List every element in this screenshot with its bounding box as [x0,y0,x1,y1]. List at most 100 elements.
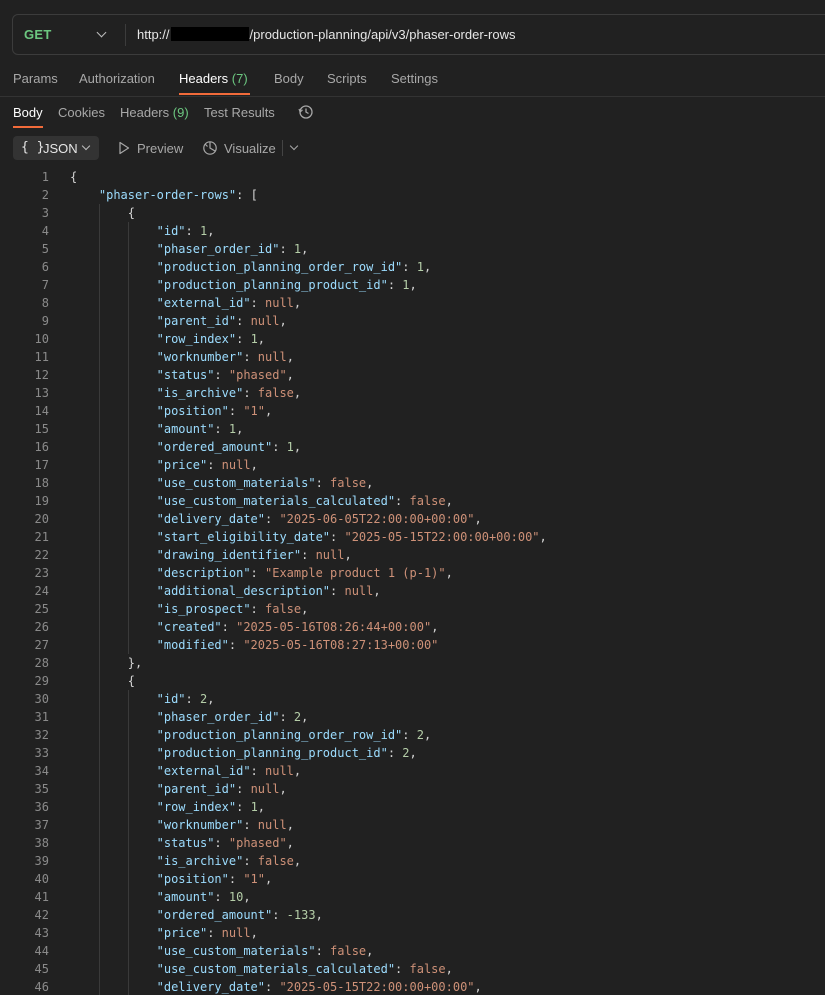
indent-guide [98,726,100,744]
code-token: "position" [156,404,229,418]
tab-params[interactable]: Params [13,71,58,86]
code-token: 2 [402,746,410,760]
response-body-editor[interactable]: 1{2 "phaser-order-rows": [3{4 "id": 1, 5 "ph… [0,168,825,995]
code-token: "position" [156,872,229,886]
line-number: 26 [34,620,49,634]
tab-scripts[interactable]: Scripts [327,71,367,86]
code-token: , [243,890,251,904]
visualize-icon[interactable] [202,140,218,156]
code-token: "row_index" [156,332,237,346]
indent-guide [127,258,129,276]
indent-guide [98,222,100,240]
code-token: "ordered_amount" [156,440,273,454]
active-response-tab-indicator [13,126,43,128]
code-line: 22 "drawing_identifier": null, [0,546,825,564]
code-text: { [128,204,135,222]
format-select[interactable]: { } JSON [13,136,99,160]
code-token: false [330,476,367,490]
line-number: 1 [41,170,49,184]
indent-guide [98,924,100,942]
indent-guide [127,294,129,312]
tab-body[interactable]: Body [274,71,304,86]
indent-guide [98,636,100,654]
line-number: 7 [41,278,49,292]
code-token: : [272,440,287,454]
code-token: , [423,260,432,274]
history-icon[interactable] [298,104,314,120]
code-token: , [279,314,287,328]
tab-cookies[interactable]: Cookies [58,105,105,120]
code-text: "external_id": null, [157,762,302,780]
line-number: 34 [34,764,49,778]
indent-guide [98,852,100,870]
code-token: { [70,170,78,184]
indent-guide [127,636,129,654]
indent-guide [127,888,129,906]
code-token: , [409,278,417,292]
indent-guide [98,276,100,294]
chevron-down-icon[interactable] [96,27,107,38]
code-token: "delivery_date" [156,512,265,526]
preview-button[interactable]: Preview [137,141,183,156]
code-line: 30 "id": 2, [0,690,825,708]
tab-authorization[interactable]: Authorization [79,71,155,86]
code-token: , [293,440,302,454]
code-text: "production_planning_order_row_id": 1, [157,258,432,276]
code-token: : [228,404,244,418]
code-token: "price" [156,458,208,472]
code-line: 25 "is_prospect": false, [0,600,825,618]
code-token: null [221,926,251,940]
line-number: 27 [34,638,49,652]
code-token: "ordered_amount" [156,908,273,922]
indent-guide [98,366,100,384]
code-token: "status" [156,368,215,382]
code-token: , [301,602,309,616]
code-token: : [402,728,417,742]
code-text: { [70,168,77,186]
line-number: 21 [34,530,49,544]
request-url-input[interactable]: http:// /production-planning/api/v3/phase… [137,27,515,42]
line-number: 37 [34,818,49,832]
code-token: "id" [156,224,186,238]
tab-response-headers[interactable]: Headers (9) [120,105,189,120]
code-line: 5 "phaser_order_id": 1, [0,240,825,258]
redacted-host [170,27,249,41]
line-number: 38 [34,836,49,850]
code-text: }, [128,654,142,672]
play-icon[interactable] [118,141,130,155]
http-method-select[interactable]: GET [24,27,52,42]
code-token: null [265,296,294,310]
line-number: 8 [41,296,49,310]
code-token: : [ [236,188,258,202]
tab-response-body[interactable]: Body [13,105,43,120]
line-number: 13 [34,386,49,400]
code-token: , [445,494,453,508]
code-token: 1 [250,800,258,814]
code-line: 43 "price": null, [0,924,825,942]
code-token: : [395,494,410,508]
code-text: "row_index": 1, [157,330,265,348]
code-token: "production_planning_product_id" [156,746,388,760]
indent-guide [127,240,129,258]
tab-settings[interactable]: Settings [391,71,438,86]
code-token: , [286,350,294,364]
code-token: "use_custom_materials" [156,476,316,490]
url-bar[interactable]: GET http:// /production-planning/api/v3/p… [12,14,825,55]
indent-guide [127,924,129,942]
indent-guide [98,582,100,600]
code-text: "id": 1, [157,222,215,240]
line-number: 36 [34,800,49,814]
tab-test-results[interactable]: Test Results [204,105,275,120]
tab-headers[interactable]: Headers (7) [179,71,248,86]
code-line: 14 "position": "1", [0,402,825,420]
code-token: : [250,602,265,616]
code-text: "delivery_date": "2025-06-05T22:00:00+00… [157,510,482,528]
line-number: 22 [34,548,49,562]
indent-guide [127,960,129,978]
chevron-down-icon[interactable] [289,141,299,151]
code-text: "production_planning_order_row_id": 2, [157,726,432,744]
line-number: 2 [41,188,49,202]
visualize-button[interactable]: Visualize [224,141,276,156]
line-number: 42 [34,908,49,922]
code-token: { [127,206,135,220]
